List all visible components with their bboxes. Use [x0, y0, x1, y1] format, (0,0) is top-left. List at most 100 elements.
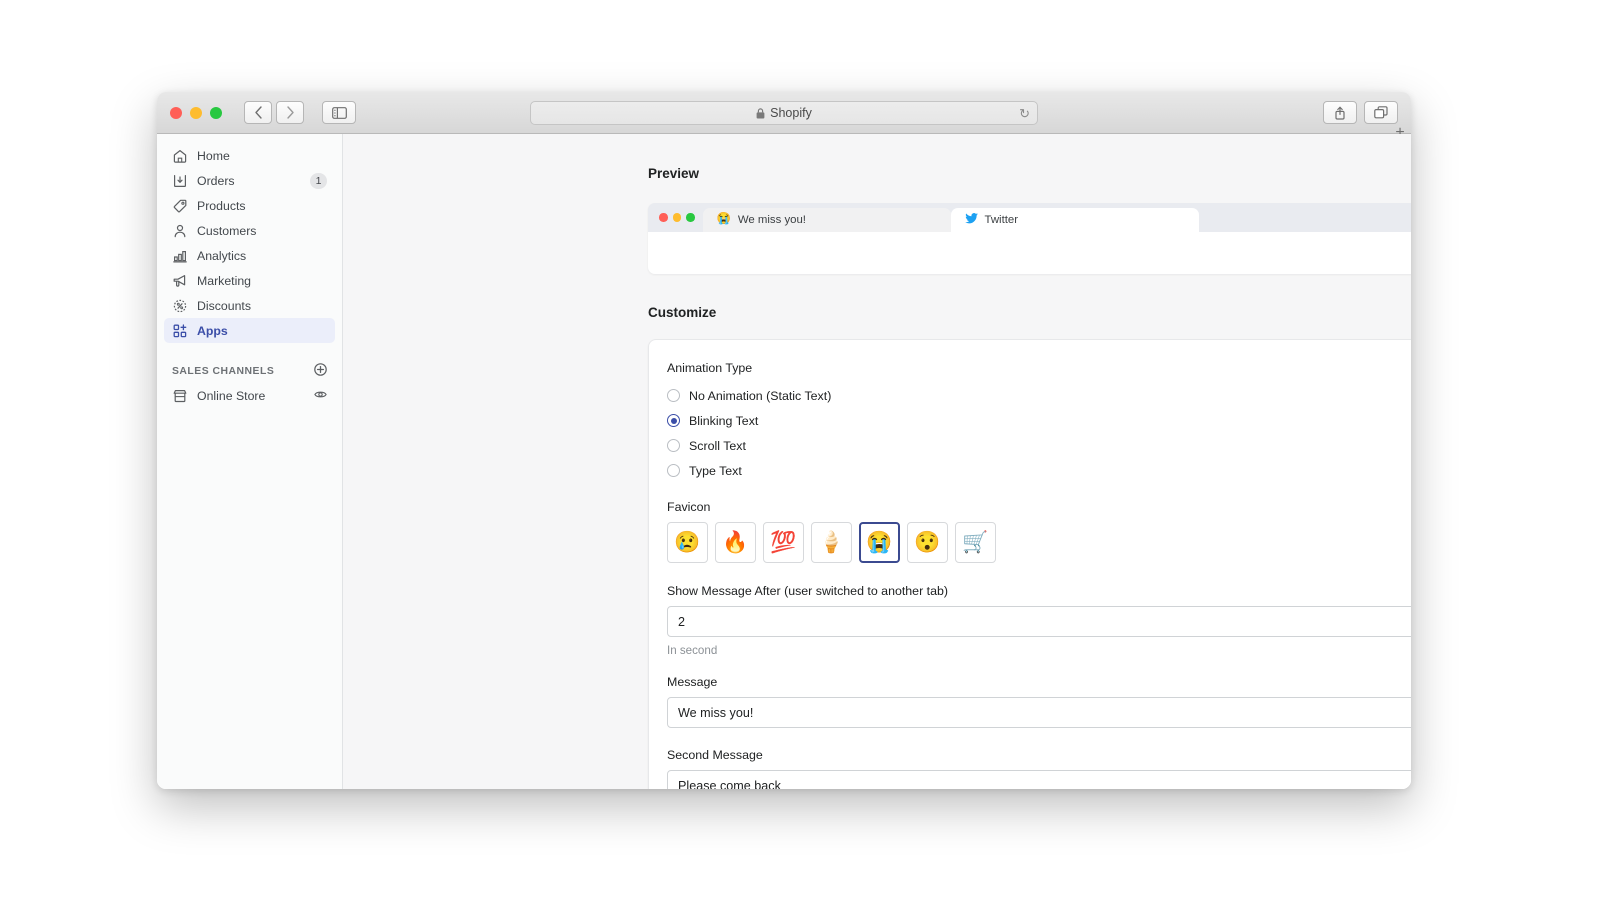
store-icon: [173, 389, 187, 402]
preview-panel: 😭 We miss you! Twitter: [648, 203, 1411, 274]
favicon-option-soft-ice-cream[interactable]: 🍦: [811, 522, 852, 563]
sidebar-item-apps[interactable]: Apps: [164, 318, 335, 343]
sidebar-item-label: Analytics: [197, 248, 247, 263]
preview-close-dot: [659, 213, 668, 222]
eye-icon: [314, 391, 327, 397]
chevron-left-icon: [254, 106, 262, 119]
back-button[interactable]: [244, 101, 272, 124]
sidebar-item-label: Home: [197, 148, 230, 163]
minimize-window-button[interactable]: [190, 106, 202, 119]
preview-maximize-dot: [686, 213, 695, 222]
delay-label: Show Message After (user switched to ano…: [667, 584, 948, 598]
sidebar-toggle-icon: [331, 106, 347, 119]
orders-count-badge: 1: [310, 172, 327, 189]
second-message-input-value: Please come back: [678, 778, 781, 790]
sidebar-item-label: Customers: [197, 223, 257, 238]
shopify-admin: Home Orders 1 Products Customers Analyti…: [157, 134, 1411, 789]
customers-icon: [174, 224, 186, 237]
sidebar-item-discounts[interactable]: Discounts: [164, 293, 335, 318]
animation-type-label: Animation Type: [667, 361, 753, 375]
favicon-picker: Favicon 😢 🔥 💯 🍦 😭 😯 🛒: [667, 500, 1411, 563]
sidebar-item-analytics[interactable]: Analytics: [164, 243, 335, 268]
address-bar-text: Shopify: [770, 106, 812, 120]
preview-store-button[interactable]: [314, 388, 327, 404]
close-window-button[interactable]: [170, 106, 182, 119]
sidebar-item-online-store[interactable]: Online Store: [164, 383, 335, 408]
radio-button[interactable]: [667, 414, 680, 427]
message-input-value: We miss you!: [678, 705, 754, 720]
animation-type-radio-group: No Animation (Static Text) Blinking Text…: [667, 383, 1411, 483]
second-message-field: Second Message Please come back: [667, 748, 1411, 789]
window-traffic-lights: [170, 106, 222, 119]
radio-option-blinking-text[interactable]: Blinking Text: [667, 408, 1411, 433]
second-message-label: Second Message: [667, 748, 763, 762]
maximize-window-button[interactable]: [210, 106, 222, 119]
favicon-option-fire[interactable]: 🔥: [715, 522, 756, 563]
preview-tab-label: Twitter: [984, 214, 1019, 226]
message-input[interactable]: We miss you!: [667, 697, 1411, 728]
chevron-right-icon: [286, 106, 294, 119]
sidebar-item-home[interactable]: Home: [164, 143, 335, 168]
sidebar-item-label: Discounts: [197, 298, 251, 313]
sidebar-item-label: Products: [197, 198, 246, 213]
radio-button[interactable]: [667, 389, 680, 402]
main-content: Preview 😭 We miss you! Twitter Customize…: [343, 134, 1411, 789]
radio-option-scroll-text[interactable]: Scroll Text: [667, 433, 1411, 458]
lock-icon: [756, 107, 765, 118]
plus-circle-icon: [314, 363, 327, 376]
address-bar[interactable]: Shopify ↻: [530, 101, 1038, 125]
radio-option-type-text[interactable]: Type Text: [667, 458, 1411, 483]
favicon-option-shopping-cart[interactable]: 🛒: [955, 522, 996, 563]
delay-help-text: In second: [667, 644, 718, 657]
marketing-icon: [173, 274, 186, 287]
preview-tab-we-miss-you[interactable]: 😭 We miss you!: [702, 208, 951, 232]
radio-option-no-animation[interactable]: No Animation (Static Text): [667, 383, 1411, 408]
forward-button[interactable]: [276, 101, 304, 124]
admin-sidebar: Home Orders 1 Products Customers Analyti…: [157, 134, 343, 789]
favicon-option-hundred-points[interactable]: 💯: [763, 522, 804, 563]
tab-overview-icon: [1374, 106, 1388, 119]
share-icon: [1335, 106, 1345, 120]
analytics-icon: [173, 250, 187, 262]
delay-input[interactable]: 2 ▲ ▼: [667, 606, 1411, 637]
sales-channels-header: SALES CHANNELS: [172, 363, 327, 379]
discounts-icon: [173, 299, 187, 312]
favicon-option-hushed-face[interactable]: 😯: [907, 522, 948, 563]
delay-field: Show Message After (user switched to ano…: [667, 584, 1411, 657]
sidebar-item-label: Apps: [197, 323, 228, 338]
add-sales-channel-button[interactable]: [314, 363, 327, 379]
browser-right-controls: [1323, 101, 1398, 124]
radio-button[interactable]: [667, 439, 680, 452]
preview-heading: Preview: [648, 166, 700, 181]
customize-card: Animation Type No Animation (Static Text…: [648, 339, 1411, 789]
favicon-label: Favicon: [667, 500, 711, 514]
second-message-input[interactable]: Please come back: [667, 770, 1411, 789]
sidebar-item-label: Online Store: [197, 388, 266, 403]
radio-label: Scroll Text: [689, 438, 746, 453]
orders-icon: [174, 174, 186, 187]
radio-button[interactable]: [667, 464, 680, 477]
sidebar-item-products[interactable]: Products: [164, 193, 335, 218]
delay-input-value: 2: [678, 614, 686, 629]
sales-channels-title: SALES CHANNELS: [172, 365, 275, 377]
favicon-option-loudly-crying-face[interactable]: 😭: [859, 522, 900, 563]
products-icon: [173, 199, 187, 212]
tab-favicon-emoji-icon: 😭: [716, 213, 731, 226]
navigation-buttons: [244, 101, 304, 124]
twitter-icon: [964, 212, 978, 224]
customize-heading: Customize: [648, 305, 717, 320]
preview-minimize-dot: [672, 213, 681, 222]
favicon-options-row: 😢 🔥 💯 🍦 😭 😯 🛒: [667, 522, 1411, 563]
apps-icon: [173, 323, 187, 337]
tab-overview-button[interactable]: [1364, 101, 1398, 124]
preview-tab-twitter[interactable]: Twitter: [950, 208, 1199, 232]
sidebar-item-customers[interactable]: Customers: [164, 218, 335, 243]
sidebar-item-orders[interactable]: Orders 1: [164, 168, 335, 193]
home-icon: [173, 149, 187, 163]
share-button[interactable]: [1323, 101, 1357, 124]
browser-titlebar: Shopify ↻ +: [157, 92, 1411, 141]
sidebar-toggle-button[interactable]: [322, 101, 356, 124]
sidebar-item-marketing[interactable]: Marketing: [164, 268, 335, 293]
favicon-option-crying-face[interactable]: 😢: [667, 522, 708, 563]
reload-icon[interactable]: ↻: [1019, 106, 1030, 121]
